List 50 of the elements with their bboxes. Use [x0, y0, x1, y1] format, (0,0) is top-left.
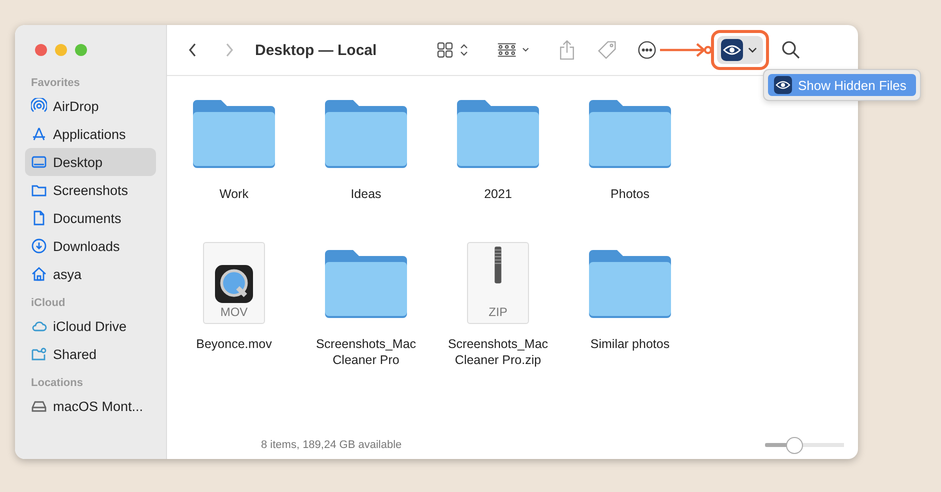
file-name[interactable]: Screenshots_Mac Cleaner Pro	[306, 336, 426, 368]
eye-icon	[774, 76, 792, 94]
sidebar-item[interactable]: asya	[25, 260, 156, 288]
sidebar-item[interactable]: Screenshots	[25, 176, 156, 204]
folder-icon[interactable]	[455, 98, 541, 168]
close-button[interactable]	[35, 44, 47, 56]
file-name[interactable]: Work	[174, 186, 294, 202]
caret-icon	[748, 47, 757, 53]
file-name[interactable]: 2021	[438, 186, 558, 202]
folder-icon[interactable]	[191, 98, 277, 168]
file-name[interactable]: Similar photos	[570, 336, 690, 352]
file-name[interactable]: Beyonce.mov	[174, 336, 294, 352]
group-icon[interactable]	[496, 41, 531, 59]
folder-icon[interactable]	[587, 248, 673, 318]
shared-icon	[31, 346, 47, 362]
folder-icon[interactable]	[323, 248, 409, 318]
more-icon[interactable]	[636, 40, 657, 60]
zoom-button[interactable]	[75, 44, 87, 56]
movie-file-icon[interactable]: MOV	[203, 242, 265, 324]
sidebar-item[interactable]: Downloads	[25, 232, 156, 260]
sidebar-item[interactable]: Desktop	[25, 148, 156, 176]
doc-icon	[31, 210, 47, 226]
folder-icon[interactable]	[323, 98, 409, 168]
download-icon	[31, 238, 47, 254]
search-icon[interactable]	[780, 40, 801, 60]
sidebar-item[interactable]: AirDrop	[25, 92, 156, 120]
window-title: Desktop — Local	[255, 42, 377, 58]
tag-icon[interactable]	[596, 40, 617, 60]
sidebar-item[interactable]: Applications	[25, 120, 156, 148]
airdrop-icon	[31, 98, 47, 114]
sidebar-item[interactable]: macOS Mont...	[25, 392, 156, 420]
sidebar-heading: Favorites	[30, 76, 81, 91]
zip-file-icon[interactable]: ZIP	[467, 242, 529, 324]
desktop-icon	[31, 154, 47, 170]
sidebar-item[interactable]: iCloud Drive	[25, 312, 156, 340]
file-name[interactable]: Ideas	[306, 186, 426, 202]
file-name[interactable]: Screenshots_Mac Cleaner Pro.zip	[438, 336, 558, 368]
slider-thumb[interactable]	[786, 436, 804, 454]
sidebar-item[interactable]: Documents	[25, 204, 156, 232]
home-icon	[31, 266, 47, 282]
apps-icon	[31, 126, 47, 142]
sidebar-item[interactable]: Shared	[25, 340, 156, 368]
sidebar-heading: iCloud	[30, 296, 66, 311]
folder-icon[interactable]	[587, 98, 673, 168]
file-name[interactable]: Photos	[570, 186, 690, 202]
quicktime-logo-icon	[215, 265, 253, 303]
sidebar-heading: Locations	[30, 376, 84, 391]
eye-menu-button[interactable]	[716, 36, 763, 64]
eye-icon	[720, 39, 743, 61]
status-text: 8 items, 189,24 GB available	[261, 439, 402, 451]
